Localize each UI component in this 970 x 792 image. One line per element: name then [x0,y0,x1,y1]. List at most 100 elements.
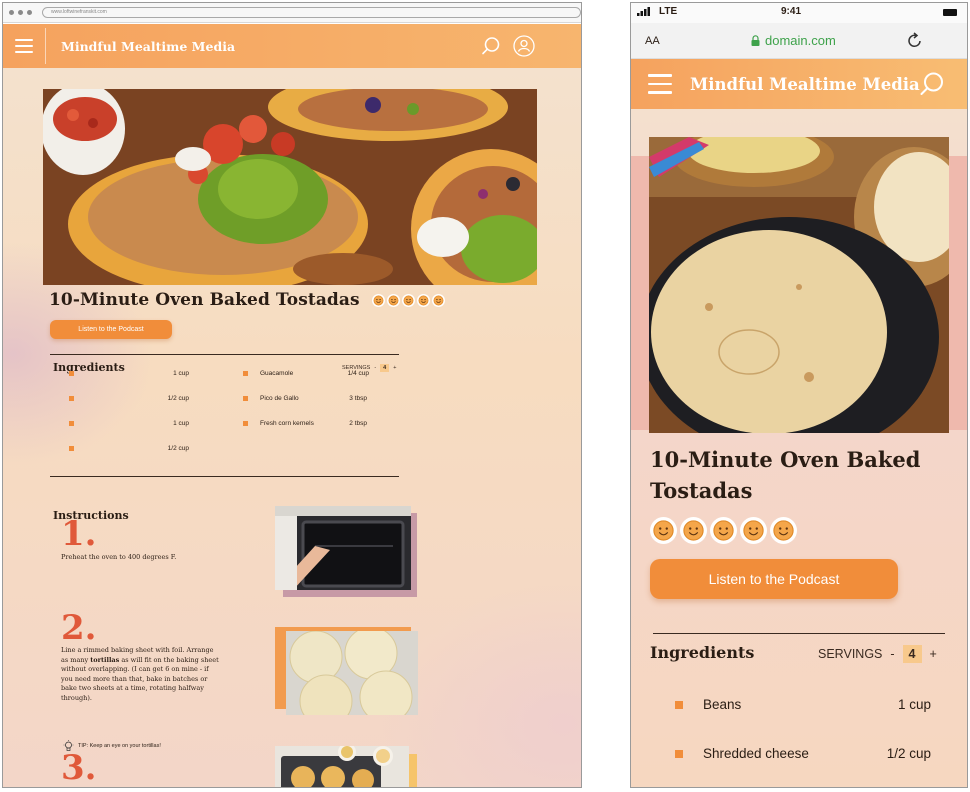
bullet-square [675,749,683,758]
bullet-square [243,396,248,401]
list-item: Guacamole 1/4 cup [243,370,369,377]
list-item: 1 cup [69,420,189,427]
hero-tostadas-image [43,89,537,285]
site-brand[interactable]: Mindful Mealtime Media [690,75,920,94]
status-left: LTE [637,6,677,17]
list-item: 1 cup [69,370,189,377]
lock-icon [751,35,760,46]
smiley-rating-icon[interactable] [680,517,707,544]
address-bar[interactable]: www.loftwinefranskit.com [42,7,581,18]
ingredient-qty: 1/2 cup [886,746,931,761]
bullet-square [69,421,74,426]
signal-icon [637,7,650,16]
battery-icon [943,9,957,16]
ingredients-divider [653,633,945,634]
list-item: Shredded cheese 1/2 cup [675,746,931,761]
ingredient-qty: 2 tbsp [349,420,367,427]
bullet-square [69,396,74,401]
mobile-address-bar[interactable]: AA domain.com [631,23,967,59]
servings-label: SERVINGS [818,647,883,661]
servings-decrease-button[interactable]: - [890,647,894,661]
listen-podcast-button[interactable]: Listen to the Podcast [50,320,172,339]
listen-podcast-button[interactable]: Listen to the Podcast [650,559,898,599]
recipe-title-text: 10-Minute Oven Baked Tostadas [49,290,360,310]
ingredient-qty: 1 cup [173,420,189,427]
list-item: Beans 1 cup [675,697,931,712]
recipe-title: 10-Minute Oven Baked Tostadas [49,290,445,310]
ingredient-qty: 1/4 cup [347,370,369,377]
list-item: Pico de Gallo 3 tbsp [243,395,367,402]
smiley-rating-icon[interactable] [401,293,415,307]
servings-value[interactable]: 4 [902,645,922,663]
oven-step-image [275,506,411,590]
smiley-rating-icon[interactable] [740,517,767,544]
list-item: 1/2 cup [69,395,189,402]
mobile-page: Mindful Mealtime Media 10-Minute Oven Ba… [631,59,967,787]
ingredient-name: Beans [703,697,742,712]
site-brand[interactable]: Mindful Mealtime Media [61,39,235,54]
hamburger-menu-icon[interactable] [648,74,672,94]
window-controls[interactable] [9,10,32,15]
smiley-rating-icon[interactable] [431,293,445,307]
step-text-bold: tortillas [90,655,120,664]
instructions-divider [50,476,399,477]
step-number: 3. [61,748,97,788]
servings-value[interactable]: 4 [380,364,390,372]
tortillas-sheet-image [286,631,418,715]
mobile-mockup: LTE 9:41 AA domain.com Mindful Mealtime … [630,2,968,788]
status-bar: LTE 9:41 [631,3,967,23]
domain-text: domain.com [765,33,836,48]
account-icon[interactable] [513,35,535,57]
desktop-mockup: www.loftwinefranskit.com Mindful Mealtim… [2,2,582,788]
smiley-rating-icon[interactable] [770,517,797,544]
rating-smileys[interactable] [371,293,445,307]
rating-smileys[interactable] [650,517,797,544]
text-size-button[interactable]: AA [645,35,660,47]
bullet-square [69,446,74,451]
ingredient-name: Guacamole [260,370,294,377]
step-text: Preheat the oven to 400 degrees F. [61,553,177,561]
carrier-label: LTE [659,6,678,17]
search-icon[interactable] [919,71,945,97]
browser-chrome: www.loftwinefranskit.com [3,3,581,23]
desktop-page: Mindful Mealtime Media 10-Minute Oven Ba… [3,24,581,787]
servings-increase-button[interactable]: + [393,365,396,371]
nav-divider [45,28,46,64]
step-number: 1. [61,514,97,554]
servings-control: SERVINGS - 4 + [818,645,937,663]
search-icon[interactable] [481,36,501,56]
smiley-rating-icon[interactable] [650,517,677,544]
bullet-square [243,371,248,376]
smiley-rating-icon[interactable] [710,517,737,544]
smiley-rating-icon[interactable] [371,293,385,307]
bullet-square [243,421,248,426]
smiley-rating-icon[interactable] [416,293,430,307]
bullet-square [69,371,74,376]
list-item: 1/2 cup [69,445,189,452]
hero-tortillas-image [649,137,949,433]
smiley-rating-icon[interactable] [386,293,400,307]
step-text: Line a rimmed baking sheet with foil. Ar… [61,646,219,703]
status-time: 9:41 [781,6,802,17]
ingredient-qty: 1/2 cup [167,445,189,452]
ingredients-heading: Ingredients [650,643,755,662]
baked-tostadas-image [275,746,409,787]
ingredient-name: Pico de Gallo [260,395,299,402]
hamburger-menu-icon[interactable] [15,39,33,53]
ingredient-qty: 1 cup [897,697,931,712]
header-actions [481,35,535,57]
ingredients-divider [50,354,399,355]
servings-decrease-button[interactable]: - [374,365,376,371]
ingredient-name: Fresh corn kernels [260,420,314,427]
servings-increase-button[interactable]: + [930,647,937,661]
list-item: Fresh corn kernels 2 tbsp [243,420,367,427]
bullet-square [675,700,683,709]
reload-icon[interactable] [907,30,923,48]
mobile-site-header: Mindful Mealtime Media [631,59,967,109]
site-header: Mindful Mealtime Media [3,24,581,68]
step-number: 2. [61,608,97,648]
ingredient-qty: 1 cup [173,370,189,377]
url-domain[interactable]: domain.com [751,33,836,48]
ingredient-qty: 1/2 cup [167,395,189,402]
recipe-title: 10-Minute Oven Baked Tostadas [650,447,921,503]
